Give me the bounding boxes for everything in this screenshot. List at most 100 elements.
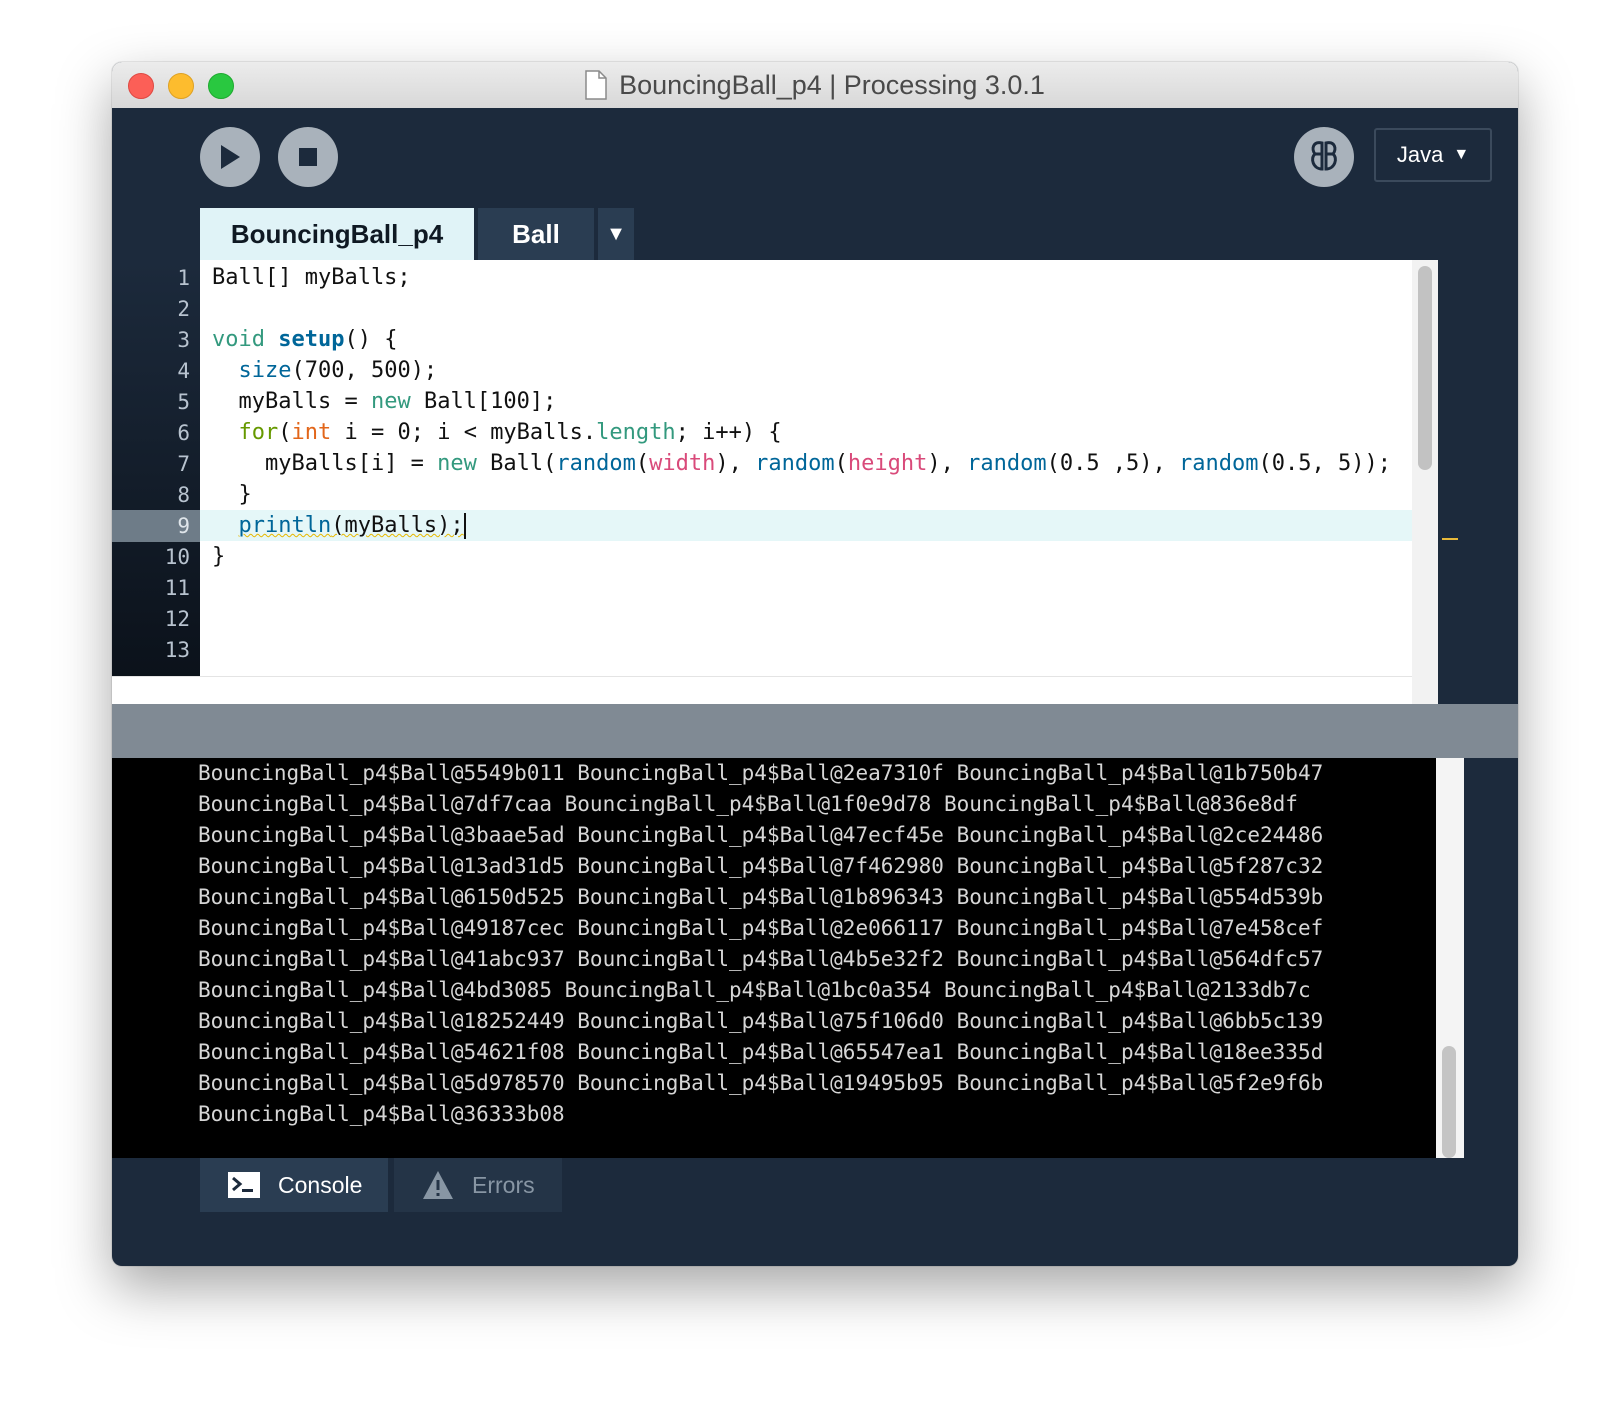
tab-label: BouncingBall_p4: [230, 218, 444, 249]
mode-label: Java: [1396, 142, 1444, 167]
debugger-button[interactable]: [1294, 127, 1354, 187]
code-line: }: [200, 479, 1420, 510]
console-line: BouncingBall_p4$Ball@13ad31d5 BouncingBa…: [198, 854, 1324, 878]
console-scroll-thumb[interactable]: [1442, 1046, 1456, 1158]
keyword-length: length: [596, 420, 676, 445]
console-tab-label: Console: [278, 1171, 363, 1198]
keyword-void: void: [212, 327, 265, 352]
code-text: (: [278, 420, 292, 445]
code-text: ; i++) {: [675, 420, 782, 445]
line-number: 5: [177, 390, 190, 414]
function-random: random: [556, 451, 636, 476]
code-line: size(700, 500);: [200, 355, 1420, 386]
line-number: 11: [164, 576, 190, 600]
variable-width: width: [649, 451, 716, 476]
function-println: println: [238, 513, 332, 538]
function-setup: setup: [278, 327, 345, 352]
console-line: BouncingBall_p4$Ball@4bd3085 BouncingBal…: [198, 978, 1311, 1002]
console-output: BouncingBall_p4$Ball@5549b011 BouncingBa…: [112, 758, 1436, 1158]
tab-label: Ball: [512, 218, 560, 249]
line-number: 8: [177, 483, 190, 507]
error-marker-column: [1438, 260, 1462, 704]
debugger-butterfly-icon: [1311, 141, 1337, 171]
warning-icon: [423, 1171, 453, 1199]
console-line: BouncingBall_p4$Ball@36333b08: [198, 1102, 565, 1126]
tab-menu-button[interactable]: ▼: [598, 208, 634, 260]
code-text: Ball(: [476, 451, 557, 476]
title-bar: BouncingBall_p4 | Processing 3.0.1: [112, 62, 1518, 109]
line-number: 13: [164, 638, 190, 662]
stop-button[interactable]: [278, 127, 338, 187]
code-text: (: [834, 451, 848, 476]
footer-bar: Console Errors: [112, 1158, 1518, 1220]
warning-underlined-code: println(myBalls);: [239, 513, 464, 538]
editor-horizontal-scrollbar[interactable]: [112, 676, 1412, 705]
code-text: myBalls =: [238, 389, 371, 414]
code-line: }: [200, 541, 1420, 572]
console-line: BouncingBall_p4$Ball@18252449 BouncingBa…: [198, 1009, 1324, 1033]
line-number: 2: [177, 297, 190, 321]
line-number: 3: [177, 328, 190, 352]
code-line: Ball[] myBalls;: [200, 262, 1420, 293]
errors-tab[interactable]: Errors: [394, 1158, 562, 1212]
console-line: BouncingBall_p4$Ball@54621f08 BouncingBa…: [198, 1040, 1324, 1064]
code-text: Ball[100];: [410, 389, 557, 414]
document-icon: [585, 70, 607, 100]
function-random: random: [967, 451, 1047, 476]
current-code-line: println(myBalls);: [200, 510, 1420, 541]
errors-tab-label: Errors: [472, 1171, 535, 1198]
keyword-for: for: [238, 420, 279, 445]
console-line: BouncingBall_p4$Ball@3baae5ad BouncingBa…: [198, 823, 1324, 847]
code-editor[interactable]: Ball[] myBalls; void setup() { size(700,…: [200, 260, 1420, 678]
console-tab[interactable]: Console: [200, 1158, 388, 1212]
line-number: 7: [177, 452, 190, 476]
line-number: 4: [177, 359, 190, 383]
console-line: BouncingBall_p4$Ball@7df7caa BouncingBal…: [198, 792, 1298, 816]
keyword-new: new: [437, 451, 477, 476]
code-text: }: [238, 482, 252, 507]
chevron-down-icon: ▼: [606, 222, 626, 245]
code-text: (myBalls);: [331, 513, 464, 538]
stop-icon: [299, 148, 317, 166]
console-line: BouncingBall_p4$Ball@41abc937 BouncingBa…: [198, 947, 1324, 971]
code-text: (0.5, 5));: [1258, 451, 1391, 476]
tab-ball[interactable]: Ball: [478, 208, 594, 260]
play-icon: [221, 145, 240, 169]
line-number: 1: [177, 266, 190, 290]
code-text: (0.5 ,5),: [1046, 451, 1180, 476]
tab-bouncingball-p4[interactable]: BouncingBall_p4: [200, 208, 474, 260]
console-line: BouncingBall_p4$Ball@5549b011 BouncingBa…: [198, 761, 1324, 785]
keyword-new: new: [370, 389, 411, 414]
window-title-group: BouncingBall_p4 | Processing 3.0.1: [112, 62, 1518, 108]
code-line: for(int i = 0; i < myBalls.length; i++) …: [200, 417, 1420, 448]
code-text: (: [635, 451, 650, 476]
code-text: myBalls[i] =: [264, 451, 438, 476]
warning-marker[interactable]: [1442, 538, 1458, 540]
line-number: 12: [164, 607, 190, 631]
line-number-gutter: 1 2 3 4 5 6 7 8 9 10 11 12 13: [112, 260, 200, 704]
window-title: BouncingBall_p4 | Processing 3.0.1: [619, 69, 1045, 100]
editor-scroll-thumb[interactable]: [1418, 266, 1432, 470]
code-line: myBalls[i] = new Ball(random(width), ran…: [200, 448, 1420, 479]
run-button[interactable]: [200, 127, 260, 187]
console-line: BouncingBall_p4$Ball@5d978570 BouncingBa…: [198, 1071, 1324, 1095]
variable-height: height: [847, 451, 928, 476]
function-random: random: [1179, 451, 1259, 476]
processing-window: BouncingBall_p4 | Processing 3.0.1 Java …: [112, 62, 1518, 1266]
keyword-int: int: [291, 420, 332, 445]
code-text: () {: [344, 327, 398, 352]
function-size: size: [238, 358, 292, 383]
code-text: i = 0; i < myBalls.: [331, 420, 597, 445]
console-line: BouncingBall_p4$Ball@6150d525 BouncingBa…: [198, 885, 1324, 909]
console-divider-bar[interactable]: [112, 704, 1518, 758]
code-text: ),: [927, 451, 968, 476]
mode-selector[interactable]: Java ▼: [1374, 128, 1492, 182]
function-random: random: [755, 451, 835, 476]
line-number: 10: [164, 545, 190, 569]
code-text: }: [212, 544, 226, 569]
console-line: BouncingBall_p4$Ball@49187cec BouncingBa…: [198, 916, 1324, 940]
code-text: (700, 500);: [291, 358, 438, 383]
code-text: ),: [715, 451, 756, 476]
mode-dropdown-arrow-icon: ▼: [1453, 146, 1470, 163]
terminal-icon: [228, 1172, 260, 1198]
